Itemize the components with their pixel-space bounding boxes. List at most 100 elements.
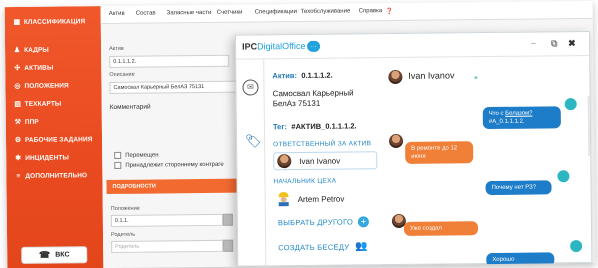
description-field[interactable]: Самосвал Карьерный БелАЗ 75131	[109, 80, 240, 94]
message-bubble-incoming: Уже создал	[403, 221, 479, 236]
sidebar-item-staff[interactable]: ♟ КАДРЫ	[13, 43, 49, 57]
sidebar-item-label: КАДРЫ	[24, 46, 49, 54]
message-text: #А_0.1.1.1.2.	[488, 118, 525, 126]
document-icon: ▤	[14, 100, 22, 108]
contact-avatar	[388, 69, 403, 85]
sidebar-item-label: КЛАССИФИКАЦИЯ	[23, 17, 86, 26]
moved-checkbox-label: Перемещен	[125, 151, 159, 159]
sidebar-item-work-orders[interactable]: ⚙ РАБОЧИЕ ЗАДАНИЯ	[14, 132, 93, 147]
choose-other-button[interactable]: ВЫБРАТЬ ДРУГОГО +	[278, 216, 370, 228]
checkbox-box[interactable]	[114, 151, 122, 159]
group-icon: 👥	[355, 241, 369, 253]
messages-icon[interactable]: ✉	[242, 79, 259, 96]
sidebar-item-label: АКТИВЫ	[24, 64, 54, 72]
thread-scrollbar[interactable]	[587, 95, 591, 156]
logo-prefix: IPC	[242, 41, 258, 52]
parent-field-label: Родитель	[111, 231, 136, 238]
vks-button[interactable]: ☎ ВКС	[21, 246, 88, 264]
online-status-dot	[474, 76, 478, 80]
avatar	[277, 154, 292, 169]
logo-chat-icon: …	[307, 40, 321, 52]
target-icon: ◎	[14, 82, 21, 90]
third-party-checkbox-label: Принадлежит стороннему контраге	[125, 161, 224, 169]
logo-suffix: DigitalOffice	[257, 40, 306, 52]
menu-item-asset[interactable]: Актив	[109, 11, 125, 17]
vks-button-label: ВКС	[55, 251, 70, 259]
top-menu: Актив Состав Запасные части Счетчики Спе…	[100, 0, 593, 25]
create-chat-button[interactable]: СОЗДАТЬ БЕСЕДУ 👥	[278, 241, 368, 253]
own-avatar	[557, 170, 570, 183]
sidebar-item-label: ДОПОЛНИТЕЛЬНО	[25, 171, 88, 180]
menu-item-composition[interactable]: Состав	[136, 11, 156, 17]
own-avatar	[564, 98, 577, 111]
sidebar-item-label: ТЕХКАРТЫ	[24, 99, 62, 108]
restore-icon[interactable]: ⧉	[551, 38, 558, 49]
message-text: Что с	[488, 110, 506, 118]
third-party-checkbox[interactable]: Принадлежит стороннему контраге	[114, 161, 224, 169]
asset-line-label: Актив:	[272, 71, 297, 81]
description-field-label: Описание	[109, 71, 135, 78]
sidebar-item-label: ПОЛОЖЕНИЯ	[24, 81, 69, 90]
menu-item-maintenance[interactable]: Техобслуживание	[301, 8, 351, 15]
responsible-name: Ivan Ivanov	[299, 156, 341, 166]
sidebar-item-ppr[interactable]: ⚒ ППР	[14, 115, 39, 129]
sidebar-item-label: РАБОЧИЕ ЗАДАНИЯ	[24, 135, 93, 144]
sidebar-item-techcards[interactable]: ▤ ТЕХКАРТЫ	[14, 96, 62, 110]
message-thread: Ivan Ivanov Что с Белазом? #А_0.1.1.1.2.…	[386, 56, 593, 268]
alert-icon: ✱	[15, 154, 22, 162]
position-field[interactable]: 0.1.1.	[110, 213, 223, 227]
responsible-person[interactable]: Ivan Ivanov	[277, 154, 340, 169]
help-icon[interactable]: ❓	[386, 8, 394, 15]
menu-item-spare-parts[interactable]: Запасные части	[167, 10, 212, 16]
arrows-icon: ✣	[14, 64, 21, 72]
chat-window: IPCDigitalOffice … – ⧉ ✖ ✉ 🏷 Актив: 0.1.…	[234, 30, 593, 268]
close-icon[interactable]: ✖	[568, 38, 576, 49]
checkbox-box[interactable]	[114, 161, 122, 169]
sidebar-item-assets[interactable]: ✣ АКТИВЫ	[13, 61, 53, 75]
tag-icon[interactable]: 🏷	[245, 133, 262, 149]
minimize-icon[interactable]: –	[531, 39, 536, 48]
chief-section-title: НАЧАЛЬНИК ЦЕХА	[273, 177, 337, 186]
sidebar-item-label: ППР	[24, 118, 39, 126]
comment-label: Комментарий	[109, 103, 151, 111]
tag-line: Тег: #АКТИВ_0.1.1.1.2.	[273, 115, 383, 134]
wrench-icon: ⚒	[14, 118, 22, 126]
gear-icon: ⚙	[14, 136, 22, 144]
message-bubble-outgoing: Что с Белазом? #А_0.1.1.1.2.	[482, 106, 561, 130]
asset-description: Самосвал Карьерный БелАз 75131	[272, 88, 354, 109]
position-select-button[interactable]	[222, 213, 233, 226]
chief-person[interactable]: Artem Petrov	[278, 192, 345, 207]
create-chat-label: СОЗДАТЬ БЕСЕДУ	[278, 242, 350, 253]
asset-field[interactable]: 0.1.1.1.2.	[109, 54, 230, 68]
menu-item-counters[interactable]: Счетчики	[217, 10, 243, 16]
sidebar-item-incidents[interactable]: ✱ ИНЦИДЕНТЫ	[14, 150, 69, 165]
details-section-header[interactable]: ПОДРОБНОСТИ	[106, 178, 237, 195]
asset-line-value: 0.1.1.1.2.	[301, 70, 333, 80]
worker-avatar-icon	[278, 192, 290, 207]
plus-icon: +	[358, 216, 370, 228]
people-icon: ♟	[13, 46, 21, 54]
moved-checkbox[interactable]: Перемещен	[114, 151, 159, 159]
position-field-label: Положение	[110, 205, 140, 212]
parent-field[interactable]: Родитель	[111, 239, 224, 253]
tag-line-value[interactable]: #АКТИВ_0.1.1.1.2.	[291, 121, 356, 131]
responsible-section-title: ОТВЕТСТВЕННЫЙ ЗА АКТИВ	[273, 140, 372, 149]
app-logo: IPCDigitalOffice	[242, 41, 305, 52]
sidebar-item-label: ИНЦИДЕНТЫ	[25, 153, 69, 162]
asset-info: Актив: 0.1.1.1.2. Самосвал Карьерный Бел…	[272, 64, 383, 134]
sidebar-item-positions[interactable]: ◎ ПОЛОЖЕНИЯ	[13, 78, 68, 93]
message-bubble-incoming: В ремонте до 12 июня	[405, 141, 474, 164]
sidebar-item-classification[interactable]: ▦ КЛАССИФИКАЦИЯ	[13, 14, 86, 29]
asset-field-label: Актив	[109, 45, 124, 52]
menu-item-help[interactable]: Справка	[359, 8, 383, 14]
menu-item-specifications[interactable]: Спецификации	[255, 9, 297, 15]
contact-avatar	[388, 133, 404, 149]
sidebar-item-additional[interactable]: ≡ ДОПОЛНИТЕЛЬНО	[14, 168, 87, 183]
chat-left-rail: ✉ 🏷	[236, 59, 267, 268]
own-avatar	[570, 240, 583, 253]
screenshot-frame: ▦ КЛАССИФИКАЦИЯ ♟ КАДРЫ ✣ АКТИВЫ ◎ ПОЛОЖ…	[4, 0, 596, 268]
grid-icon: ▦	[13, 18, 21, 26]
chief-name: Artem Petrov	[297, 194, 345, 204]
parent-select-button[interactable]	[223, 239, 234, 252]
message-link[interactable]: Белазом?	[505, 111, 532, 117]
